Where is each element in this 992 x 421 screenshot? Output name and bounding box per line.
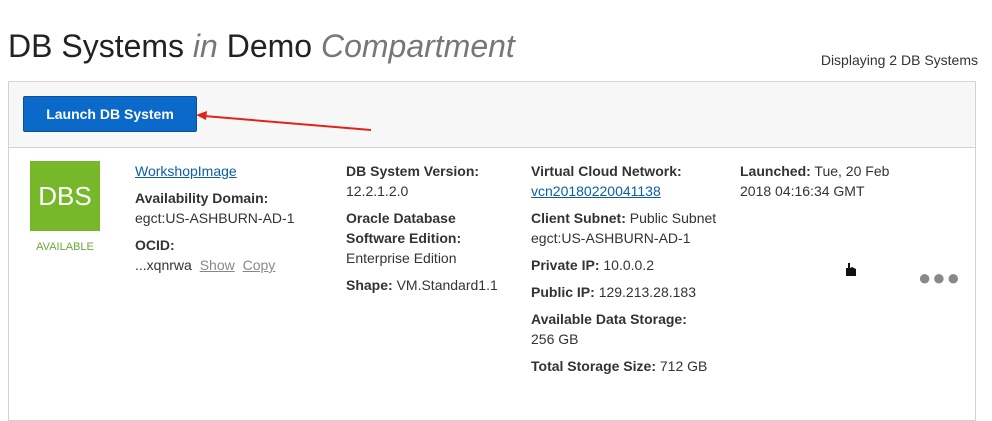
title-main: DB Systems bbox=[8, 28, 185, 64]
total-storage-label: Total Storage Size: bbox=[531, 358, 656, 374]
ocid-copy-link[interactable]: Copy bbox=[243, 257, 276, 273]
edition-value: Enterprise Edition bbox=[346, 250, 457, 266]
public-ip-value: 129.213.28.183 bbox=[598, 284, 697, 300]
page-title: DB Systems in Demo Compartment bbox=[8, 28, 515, 65]
edition-label: Oracle Database Software Edition: bbox=[346, 210, 462, 246]
available-storage-label: Available Data Storage: bbox=[531, 311, 687, 327]
ocid-show-link[interactable]: Show bbox=[200, 257, 235, 273]
title-compartment-word: Compartment bbox=[320, 28, 515, 64]
private-ip-value: 10.0.0.2 bbox=[603, 257, 654, 273]
ocid-value: ...xqnrwa bbox=[135, 257, 192, 273]
details-column-4: Launched: Tue, 20 Feb 2018 04:16:34 GMT bbox=[740, 161, 890, 201]
available-storage-value: 256 GB bbox=[531, 331, 579, 347]
toolbar: Launch DB System bbox=[9, 82, 975, 148]
details-column-1: WorkshopImage Availability Domain: egct:… bbox=[135, 161, 335, 282]
shape-label: Shape: bbox=[346, 277, 393, 293]
vcn-label: Virtual Cloud Network: bbox=[531, 163, 682, 179]
availability-domain-value: egct:US-ASHBURN-AD-1 bbox=[135, 210, 295, 226]
version-label: DB System Version: bbox=[346, 163, 480, 179]
public-ip-label: Public IP: bbox=[531, 284, 595, 300]
private-ip-label: Private IP: bbox=[531, 257, 600, 273]
annotation-arrow-icon bbox=[196, 111, 372, 131]
db-system-tile-icon: DBS bbox=[30, 161, 100, 231]
status-badge: AVAILABLE bbox=[36, 241, 94, 253]
db-system-name-link[interactable]: WorkshopImage bbox=[135, 163, 237, 179]
ocid-label: OCID: bbox=[135, 237, 175, 253]
availability-domain-label: Availability Domain: bbox=[135, 190, 269, 206]
launch-db-system-button[interactable]: Launch DB System bbox=[23, 96, 197, 132]
details-column-2: DB System Version: 12.2.1.2.0 Oracle Dat… bbox=[346, 161, 516, 302]
total-storage-value: 712 GB bbox=[659, 358, 708, 374]
launched-label: Launched: bbox=[740, 163, 811, 179]
title-compartment-name: Demo bbox=[226, 28, 313, 64]
details-column-3: Virtual Cloud Network: vcn20180220041138… bbox=[531, 161, 731, 383]
display-count: Displaying 2 DB Systems bbox=[820, 52, 978, 68]
version-value: 12.2.1.2.0 bbox=[346, 183, 409, 199]
title-in: in bbox=[192, 28, 218, 64]
hand-cursor-icon bbox=[846, 263, 856, 276]
shape-value: VM.Standard1.1 bbox=[396, 277, 498, 293]
vcn-link[interactable]: vcn20180220041138 bbox=[531, 183, 661, 199]
more-actions-icon[interactable]: ●●● bbox=[918, 267, 961, 289]
subnet-label: Client Subnet: bbox=[531, 210, 626, 226]
